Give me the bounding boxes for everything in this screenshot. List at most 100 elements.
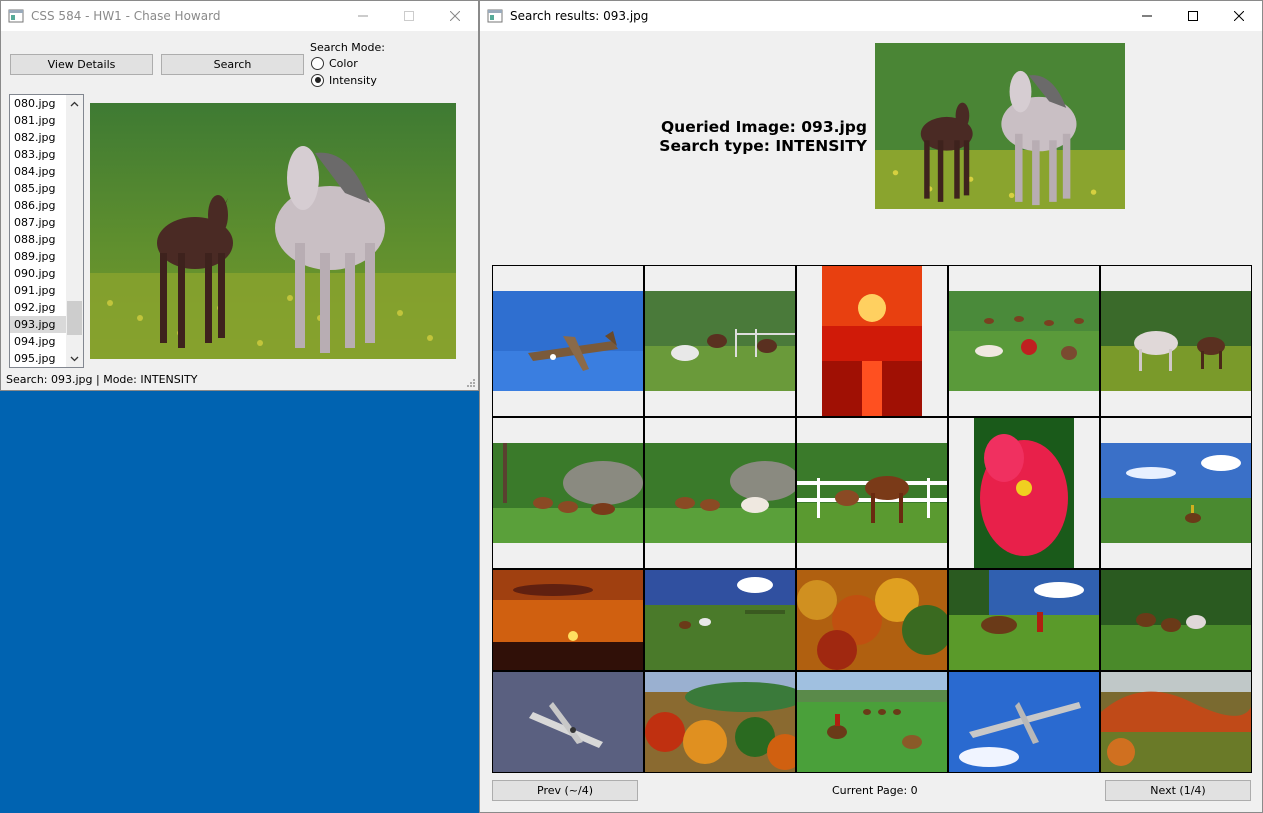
result-thumbnail[interactable] (644, 417, 796, 569)
minimize-button[interactable] (1124, 1, 1170, 31)
results-window: Search results: 093.jpg Queried Image: 0… (479, 0, 1263, 813)
result-thumbnail[interactable] (796, 569, 948, 671)
list-item[interactable]: 087.jpg (10, 214, 67, 231)
main-window-title: CSS 584 - HW1 - Chase Howard (31, 9, 221, 23)
result-thumbnail[interactable] (644, 569, 796, 671)
result-thumbnail[interactable] (1100, 671, 1252, 773)
thumbnail-image (974, 418, 1074, 568)
list-item[interactable]: 093.jpg (10, 316, 67, 333)
list-item[interactable]: 089.jpg (10, 248, 67, 265)
thumbnail-image (645, 672, 795, 772)
list-item[interactable]: 095.jpg (10, 350, 67, 367)
minimize-icon (358, 15, 368, 17)
thumbnail-image (1101, 443, 1251, 543)
thumbnail-image (797, 672, 947, 772)
main-window: CSS 584 - HW1 - Chase Howard View Detail… (0, 0, 479, 391)
thumbnail-image (797, 570, 947, 670)
results-titlebar[interactable]: Search results: 093.jpg (480, 1, 1262, 31)
close-icon (1234, 11, 1244, 21)
result-thumbnail[interactable] (1100, 417, 1252, 569)
thumbnail-image (493, 672, 643, 772)
result-thumbnail[interactable] (492, 671, 644, 773)
maximize-icon (404, 11, 414, 21)
search-button[interactable]: Search (161, 54, 304, 75)
app-icon (487, 8, 503, 24)
main-titlebar[interactable]: CSS 584 - HW1 - Chase Howard (1, 1, 478, 31)
radio-intensity[interactable]: Intensity (311, 72, 377, 88)
minimize-button[interactable] (340, 1, 386, 31)
horses-image (875, 43, 1125, 209)
result-thumbnail[interactable] (948, 417, 1100, 569)
list-item[interactable]: 086.jpg (10, 197, 67, 214)
thumbnail-image (493, 291, 643, 391)
list-item[interactable]: 090.jpg (10, 265, 67, 282)
result-thumbnail[interactable] (948, 265, 1100, 417)
search-type-label: Search type: INTENSITY (659, 137, 867, 155)
result-thumbnail[interactable] (492, 417, 644, 569)
list-scrollbar[interactable] (66, 95, 83, 367)
thumbnail-image (949, 291, 1099, 391)
result-thumbnail[interactable] (1100, 569, 1252, 671)
radio-intensity-circle[interactable] (311, 73, 324, 87)
list-item[interactable]: 084.jpg (10, 163, 67, 180)
thumbnail-image (797, 443, 947, 543)
thumbnail-image (1101, 570, 1251, 670)
scroll-up-button[interactable] (66, 95, 83, 112)
chevron-down-icon (70, 356, 79, 361)
list-item[interactable]: 080.jpg (10, 95, 67, 112)
radio-color[interactable]: Color (311, 55, 358, 71)
thumbnail-image (1101, 291, 1251, 391)
list-item[interactable]: 092.jpg (10, 299, 67, 316)
result-thumbnail[interactable] (948, 569, 1100, 671)
results-window-title: Search results: 093.jpg (510, 9, 649, 23)
result-thumbnail[interactable] (644, 671, 796, 773)
thumbnail-image (822, 266, 922, 416)
scroll-down-button[interactable] (66, 350, 83, 367)
query-image (875, 43, 1125, 209)
maximize-button[interactable] (1170, 1, 1216, 31)
thumbnail-image (949, 672, 1099, 772)
radio-color-label: Color (329, 56, 358, 70)
result-thumbnail[interactable] (492, 265, 644, 417)
list-item[interactable]: 091.jpg (10, 282, 67, 299)
current-page-label: Current Page: 0 (832, 784, 918, 797)
view-details-button[interactable]: View Details (10, 54, 153, 75)
close-icon (450, 11, 460, 21)
list-item[interactable]: 088.jpg (10, 231, 67, 248)
app-icon (8, 8, 24, 24)
radio-intensity-label: Intensity (329, 73, 377, 87)
queried-image-label: Queried Image: 093.jpg (660, 118, 867, 136)
maximize-button[interactable] (386, 1, 432, 31)
thumbnail-image (645, 570, 795, 670)
thumbnail-image (1101, 672, 1251, 772)
list-item[interactable]: 083.jpg (10, 146, 67, 163)
scroll-thumb[interactable] (67, 301, 82, 335)
thumbnail-image (949, 570, 1099, 670)
chevron-up-icon (70, 101, 79, 106)
resize-grip-icon[interactable] (465, 377, 475, 387)
query-info: Queried Image: 093.jpg Search type: INTE… (659, 118, 867, 156)
thumbnail-image (645, 291, 795, 391)
thumbnail-image (493, 570, 643, 670)
image-preview (90, 103, 456, 359)
result-thumbnail[interactable] (948, 671, 1100, 773)
list-item[interactable]: 085.jpg (10, 180, 67, 197)
close-button[interactable] (1216, 1, 1262, 31)
search-mode-label: Search Mode: (310, 41, 385, 54)
result-thumbnail[interactable] (644, 265, 796, 417)
result-thumbnail[interactable] (796, 265, 948, 417)
list-item[interactable]: 094.jpg (10, 333, 67, 350)
horses-image (90, 103, 456, 359)
thumbnail-image (493, 443, 643, 543)
list-item[interactable]: 081.jpg (10, 112, 67, 129)
result-thumbnail[interactable] (796, 417, 948, 569)
radio-color-circle[interactable] (311, 56, 324, 70)
close-button[interactable] (432, 1, 478, 31)
result-thumbnail[interactable] (796, 671, 948, 773)
prev-page-button[interactable]: Prev (~/4) (492, 780, 638, 801)
list-item[interactable]: 082.jpg (10, 129, 67, 146)
file-listbox[interactable]: 080.jpg 081.jpg 082.jpg 083.jpg 084.jpg 085.j… (9, 94, 84, 368)
result-thumbnail[interactable] (1100, 265, 1252, 417)
next-page-button[interactable]: Next (1/4) (1105, 780, 1251, 801)
result-thumbnail[interactable] (492, 569, 644, 671)
